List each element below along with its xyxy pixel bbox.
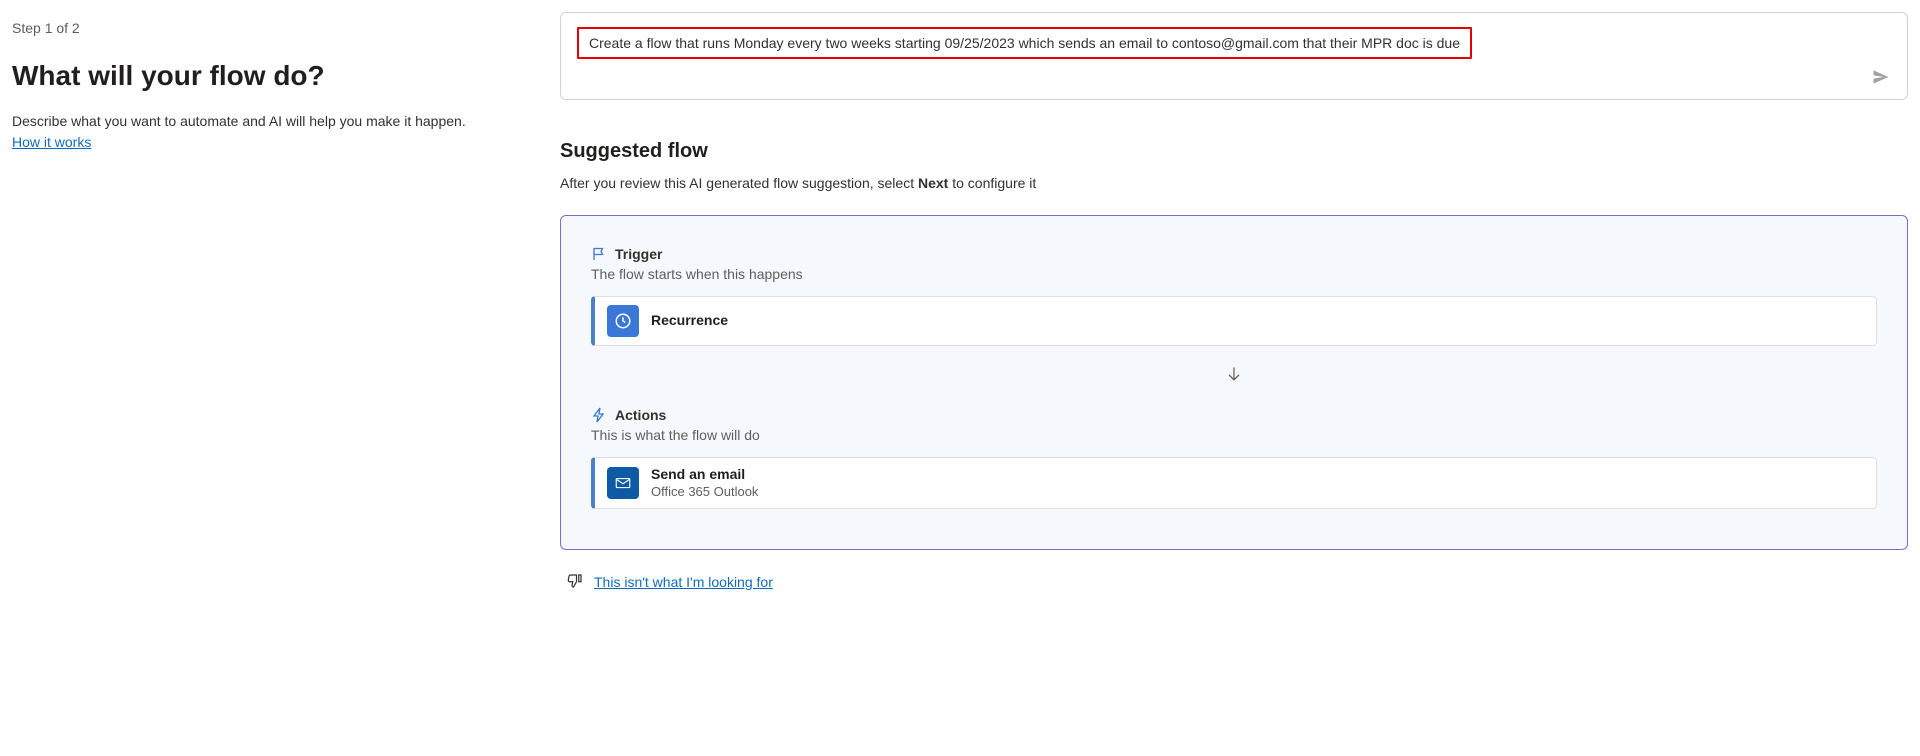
send-button[interactable]: [1869, 65, 1893, 89]
actions-desc: This is what the flow will do: [591, 427, 1877, 443]
trigger-header: Trigger: [591, 246, 1877, 262]
actions-label: Actions: [615, 407, 666, 423]
prompt-input-container[interactable]: Create a flow that runs Monday every two…: [560, 12, 1908, 100]
suggested-flow-panel: Trigger The flow starts when this happen…: [560, 215, 1908, 550]
recurrence-icon: [607, 305, 639, 337]
trigger-label: Trigger: [615, 246, 662, 262]
trigger-card-title: Recurrence: [651, 312, 728, 330]
send-icon: [1871, 67, 1891, 87]
thumbs-down-icon[interactable]: [566, 572, 584, 590]
page-subheading: Describe what you want to automate and A…: [12, 112, 528, 132]
prompt-text[interactable]: Create a flow that runs Monday every two…: [577, 27, 1472, 59]
arrow-down-icon: [1224, 364, 1244, 384]
trigger-card-recurrence[interactable]: Recurrence: [591, 296, 1877, 346]
not-looking-for-link[interactable]: This isn't what I'm looking for: [594, 574, 773, 590]
actions-header: Actions: [591, 407, 1877, 423]
action-card-send-email[interactable]: Send an email Office 365 Outlook: [591, 457, 1877, 509]
action-card-title: Send an email: [651, 466, 758, 484]
suggested-flow-title: Suggested flow: [560, 140, 1908, 163]
subtitle-bold: Next: [918, 175, 948, 191]
flag-icon: [591, 246, 607, 262]
lightning-icon: [591, 407, 607, 423]
subtitle-after: to configure it: [948, 175, 1036, 191]
trigger-desc: The flow starts when this happens: [591, 266, 1877, 282]
how-it-works-link[interactable]: How it works: [12, 134, 91, 150]
suggested-flow-subtitle: After you review this AI generated flow …: [560, 175, 1908, 191]
subtitle-before: After you review this AI generated flow …: [560, 175, 918, 191]
action-card-subtitle: Office 365 Outlook: [651, 484, 758, 500]
outlook-icon: [607, 467, 639, 499]
flow-arrow: [591, 364, 1877, 387]
step-indicator: Step 1 of 2: [12, 20, 528, 36]
page-heading: What will your flow do?: [12, 60, 528, 92]
